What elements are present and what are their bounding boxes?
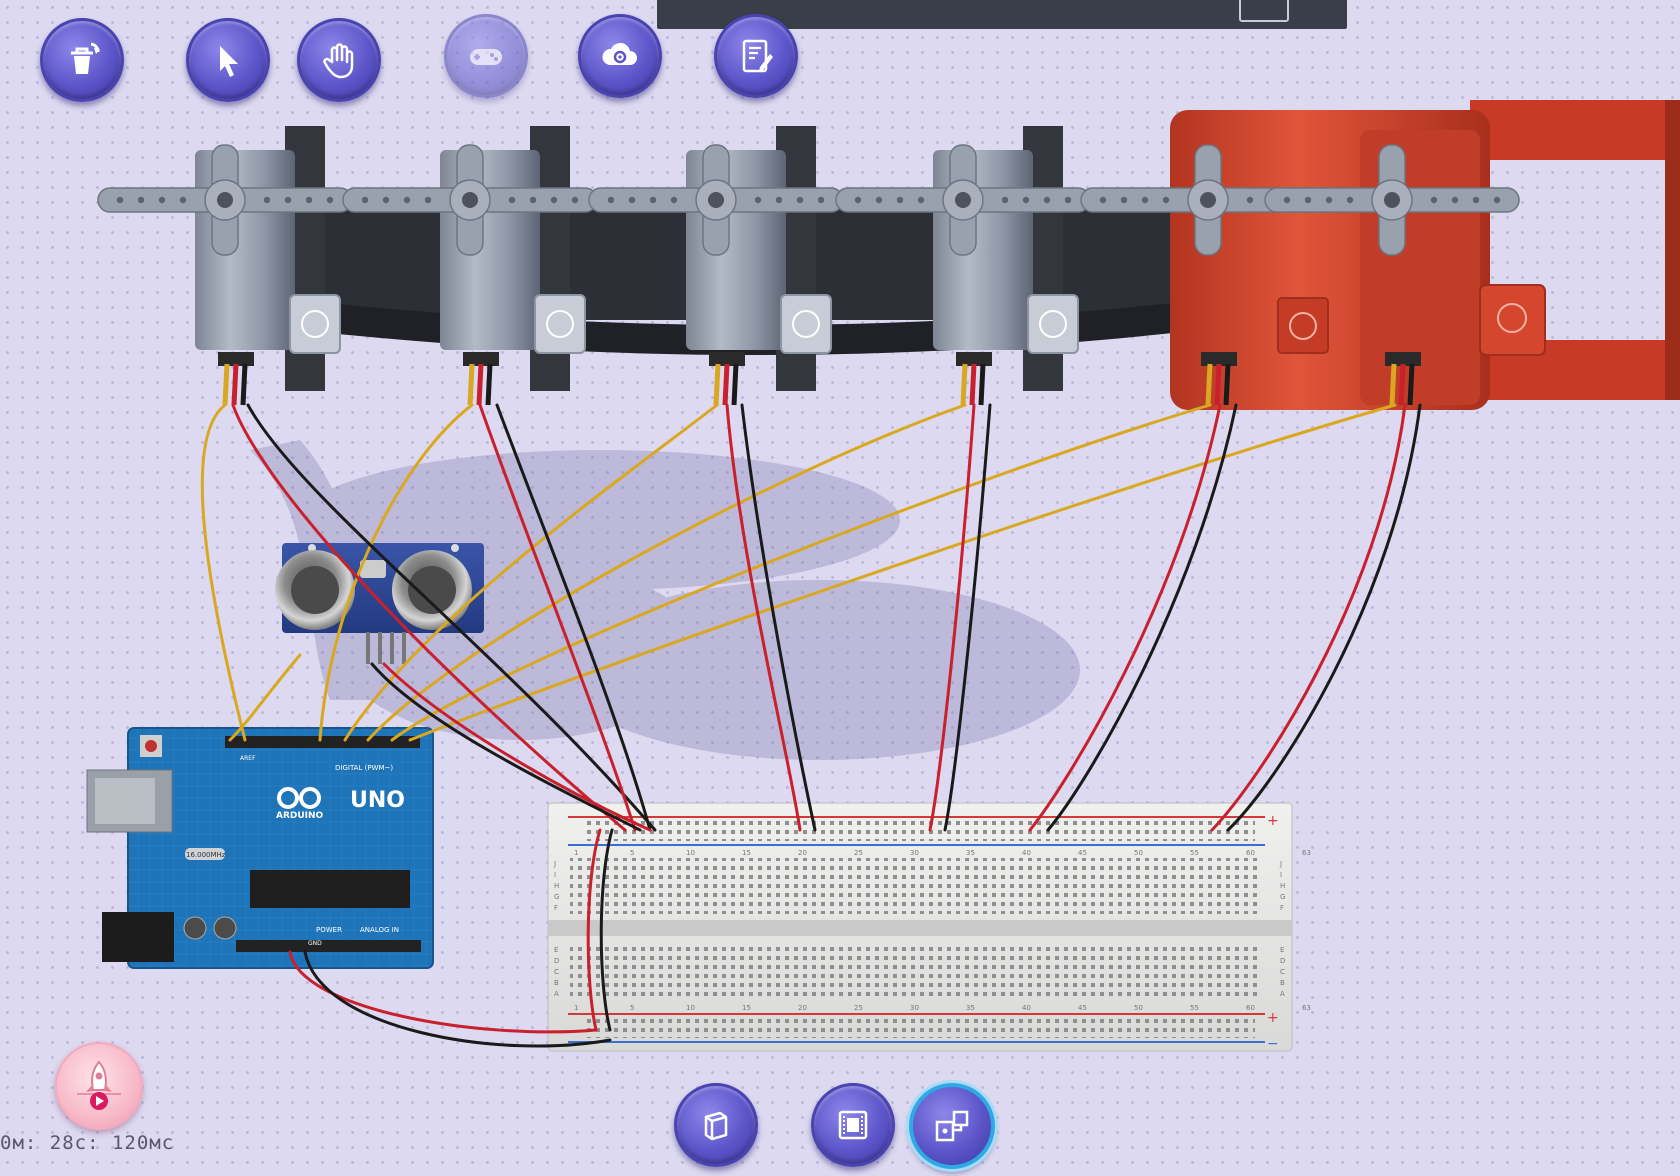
simulation-timer: 0м: 28с: 120мс [0,1132,175,1154]
servo-motor[interactable] [97,126,353,406]
arduino-uno-board[interactable]: 16.000MHz UNO ARDUINO DIGITAL (PWM~) POW… [86,727,434,969]
breadboard-column-number: 45 [1078,1004,1087,1012]
breadboard-row-letter: D [554,957,559,965]
power-label: POWER [316,926,342,934]
trash-undo-icon [71,42,100,74]
breadboard-row-letter: J [1279,860,1282,868]
rocket-play-icon [77,1060,121,1110]
robot-gripper [1170,100,1680,410]
breadboard-row-letter: A [1280,990,1285,998]
breadboard-column-number: 10 [686,849,695,857]
rail-minus-bottom: − [1267,1036,1279,1052]
breadboard-row-letter: J [553,860,556,868]
breadboard-column-number: 60 [1246,1004,1255,1012]
breadboard-row-letter: I [554,871,556,879]
breadboard-row-letter: C [554,968,559,976]
hand-icon [323,43,354,79]
breadboard-row-letter: I [1280,871,1282,879]
breadboard-column-number: 55 [1190,849,1199,857]
breadboard-row-letter: A [554,990,559,998]
arduino-uno-logo: UNO [350,788,405,813]
breadboard-row-letter: H [1280,882,1285,890]
breadboard-column-number: 45 [1078,849,1087,857]
breadboard-column-number: 15 [742,1004,751,1012]
breadboard-row-letter: B [554,979,559,987]
breadboard-row-letter: F [1280,904,1284,912]
arduino-brand: ARDUINO [276,811,324,821]
breadboard-column-number: 5 [630,849,634,857]
simulator-canvas[interactable]: + + − JJIIHHGGFFEEDDCCBBAA 1 1 5 5 10 10 15 15 2… [0,0,1680,1176]
circuit-view-button[interactable] [909,1083,995,1169]
breadboard-column-number: 63 [1302,849,1311,857]
breadboard-column-number: 35 [966,849,975,857]
wire[interactable] [200,403,247,742]
breadboard-column-number: 25 [854,1004,863,1012]
breadboard-column-number: 25 [854,849,863,857]
breadboard-row-letter: E [1280,946,1284,954]
breadboard-column-number: 50 [1134,1004,1143,1012]
cube-icon [704,1111,728,1141]
select-tool-button[interactable] [186,18,270,102]
run-simulation-button[interactable] [55,1042,143,1130]
breadboard-row-letter: C [1280,968,1285,976]
breadboard-row-letter: F [554,904,558,912]
gamepad-icon [470,49,502,65]
gnd-label: GND [308,940,322,947]
digital-pins-label: DIGITAL (PWM~) [335,764,393,772]
breadboard-column-number: 63 [1302,1004,1311,1012]
breadboard-row-letter: E [554,946,558,954]
breadboard-row-letter: B [1280,979,1285,987]
breadboard-row-letter: D [1280,957,1285,965]
notes-button[interactable] [714,14,798,98]
gamepad-button[interactable] [444,14,528,98]
circuit-blocks-icon [935,1110,969,1142]
breadboard-column-number: 50 [1134,849,1143,857]
notepad-pencil-icon [742,39,773,73]
breadboard-column-number: 1 [574,1004,578,1012]
breadboard-column-number: 10 [686,1004,695,1012]
3d-view-button[interactable] [674,1083,758,1167]
delete-button[interactable] [40,18,124,102]
wire[interactable] [1210,403,1407,832]
breadboard-column-number: 35 [966,1004,975,1012]
breadboard-column-number: 5 [630,1004,634,1012]
breadboard-column-number: 60 [1246,849,1255,857]
breadboard-row-letter: G [1280,893,1285,901]
breadboard-column-number: 1 [574,849,578,857]
breadboard[interactable]: + + − J JI IH HG GF FE ED DC CB BA A 1155101015152… [547,802,1311,1052]
cloud-settings-button[interactable] [578,14,662,98]
breadboard-column-number: 30 [910,849,919,857]
wire[interactable] [1226,403,1422,832]
breadboard-column-number: 20 [798,849,807,857]
schematic-view-button[interactable] [811,1083,895,1167]
breadboard-column-number: 15 [742,849,751,857]
breadboard-row-letter: G [554,893,559,901]
rail-plus-bottom: + [1267,1010,1279,1026]
circuit-scene[interactable]: + + − J JI IH HG GF FE ED DC CB BA A 1155101015152… [0,0,1680,1176]
breadboard-column-number: 40 [1022,849,1031,857]
analog-label: ANALOG IN [360,926,399,934]
top-bar-close-button[interactable] [1239,0,1289,22]
pan-tool-button[interactable] [297,18,381,102]
breadboard-column-number: 20 [798,1004,807,1012]
aref-label: AREF [240,755,256,762]
breadboard-column-number: 40 [1022,1004,1031,1012]
chip-icon [838,1110,868,1140]
cursor-arrow-icon [220,46,238,77]
breadboard-column-number: 30 [910,1004,919,1012]
crystal-label: 16.000MHz [186,851,226,859]
rail-plus-top: + [1267,813,1279,829]
breadboard-column-number: 55 [1190,1004,1199,1012]
breadboard-row-letter: H [554,882,559,890]
wire[interactable] [1046,403,1238,832]
cloud-gear-icon [602,42,637,65]
